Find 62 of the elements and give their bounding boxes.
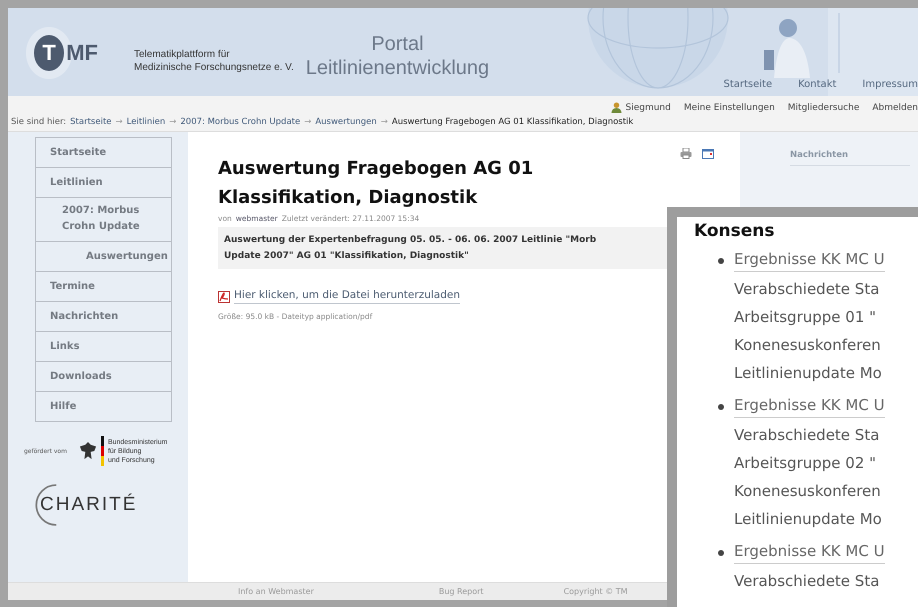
result-description: Verabschiedete Sta	[734, 571, 880, 592]
breadcrumb-link[interactable]: Startseite	[70, 117, 112, 127]
page-title: Klassifikation, Diagnostik	[218, 186, 478, 210]
breadcrumb-separator: →	[116, 117, 123, 127]
user-icon	[610, 102, 622, 113]
result-link[interactable]: Ergebnisse KK MC U	[734, 247, 885, 272]
breadcrumb-current: Auswertung Fragebogen AG 01 Klassifikation, Diagnostik	[392, 117, 634, 127]
breadcrumb-link[interactable]: 2007: Morbus Crohn Update	[180, 117, 300, 127]
sidebar-item[interactable]: Auswertungen	[36, 241, 171, 271]
sidebar-item[interactable]: 2007: Morbus Crohn Update	[36, 197, 171, 241]
user-link[interactable]: Siegmund	[626, 102, 671, 112]
result-description: Verabschiedete Sta	[734, 425, 880, 446]
result-link[interactable]: Ergebnisse KK MC U	[734, 539, 885, 564]
sidebar-item[interactable]: Leitlinien	[36, 167, 171, 197]
sidebar-item[interactable]: Downloads	[36, 361, 171, 391]
sidebar-item[interactable]: Links	[36, 331, 171, 361]
nav-link[interactable]: Startseite	[723, 77, 772, 92]
section-heading: Konsens	[694, 221, 776, 241]
nav-link[interactable]: Impressum	[862, 77, 918, 92]
description-text: Update 2007" AG 01 "Klassifikation, Diagnostik"	[224, 250, 469, 263]
bullet-icon	[718, 550, 724, 556]
result-description: Konenesuskonferen	[734, 481, 881, 502]
breadcrumb-link[interactable]: Leitlinien	[126, 117, 166, 127]
footer-link[interactable]: Copyright © TM	[564, 587, 628, 596]
result-description: Verabschiedete Sta	[734, 279, 880, 300]
breadcrumb-link[interactable]: Auswertungen	[315, 117, 377, 127]
bullet-icon	[718, 404, 724, 410]
portal-title: Portal	[371, 32, 424, 56]
nav-link[interactable]: Kontakt	[798, 77, 836, 92]
pdf-icon	[218, 290, 230, 302]
window-icon[interactable]	[702, 148, 714, 159]
tmf-logo: T MF	[34, 26, 98, 80]
flag-stripe-icon	[100, 436, 104, 466]
result-description: Arbeitsgruppe 02 "	[734, 453, 876, 474]
print-icon[interactable]	[680, 148, 692, 159]
breadcrumb-label: Sie sind hier:	[11, 117, 66, 127]
portlet-heading: Nachrichten	[790, 150, 910, 166]
user-menu-link[interactable]: Abmelden	[872, 102, 918, 112]
portal-title: Leitlinienentwicklung	[306, 56, 490, 80]
bullet-icon	[718, 258, 724, 264]
footer-link[interactable]: Info an Webmaster	[238, 587, 314, 596]
footer-link[interactable]: Bug Report	[438, 587, 484, 596]
result-link[interactable]: Ergebnisse KK MC U	[734, 393, 885, 418]
result-description: Leitlinienupdate Mo	[734, 509, 882, 530]
organization-name: Medizinische Forschungsnetze e. V.	[134, 61, 294, 74]
result-description: Leitlinienupdate Mo	[734, 363, 882, 384]
user-menu-link[interactable]: Mitgliedersuche	[788, 102, 860, 112]
description-text: Auswertung der Expertenbefragung 05. 05. - 06. 06. 2007 Leitlinie "Morb	[224, 234, 596, 247]
result-description: Arbeitsgruppe 01 "	[734, 307, 876, 328]
breadcrumb-separator: →	[169, 117, 176, 127]
result-description: Konenesuskonferen	[734, 335, 881, 356]
sidebar-item[interactable]: Nachrichten	[36, 301, 171, 331]
charite-logo: CHARITÉ	[32, 482, 188, 528]
breadcrumb-separator: →	[380, 117, 388, 127]
sidebar-item[interactable]: Hilfe	[36, 391, 171, 421]
sidebar-item[interactable]: Startseite	[36, 138, 171, 167]
breadcrumb-separator: →	[304, 117, 312, 127]
organization-name: Telematikplattform für	[134, 48, 231, 61]
user-menu-link[interactable]: Meine Einstellungen	[684, 102, 775, 112]
page-title: Auswertung Fragebogen AG 01	[218, 157, 534, 181]
download-link[interactable]: Hier klicken, um die Datei herunterzuladen	[234, 289, 460, 304]
sidebar-item[interactable]: Termine	[36, 271, 171, 301]
